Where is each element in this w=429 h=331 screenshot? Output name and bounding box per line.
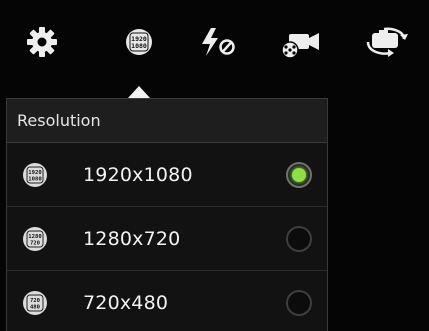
resolution-option-1920x1080[interactable]: 1920 1080 1920x1080 <box>7 143 327 207</box>
recording-mode-button[interactable] <box>278 20 322 64</box>
resolution-1920-1080-icon: 1920 1080 <box>126 29 152 55</box>
resolution-1280-720-icon: 1280 720 <box>23 226 47 251</box>
option-label: 1280x720 <box>83 227 181 250</box>
resolution-popup: Resolution 1920 1080 1920x1080 1280 720 … <box>6 98 328 331</box>
option-icon-top-text: 720 <box>30 298 41 304</box>
flash-button[interactable] <box>196 20 240 64</box>
resolution-button[interactable]: 1920 1080 <box>117 20 161 64</box>
camera-toolbar: 1920 1080 <box>0 0 429 82</box>
settings-gear-icon <box>27 27 57 57</box>
option-icon-top-text: 1920 <box>28 170 42 176</box>
switch-camera-button[interactable] <box>364 20 408 64</box>
radio-button-selected[interactable] <box>286 161 312 188</box>
video-camera-icon <box>281 33 319 59</box>
radio-selected-dot <box>292 167 306 182</box>
option-label: 720x480 <box>83 292 169 314</box>
resolution-popup-header: Resolution <box>7 99 327 143</box>
option-icon-bottom-text: 720 <box>30 240 41 246</box>
flash-off-icon <box>202 28 235 56</box>
resolution-title: Resolution <box>17 111 101 130</box>
radio-button[interactable] <box>286 225 312 252</box>
settings-button[interactable] <box>20 20 64 64</box>
option-icon-bottom-text: 1080 <box>28 176 42 182</box>
switch-camera-icon <box>366 27 408 57</box>
resolution-1920-1080-icon: 1920 1080 <box>23 162 47 187</box>
popup-pointer-arrow <box>128 86 150 98</box>
radio-button[interactable] <box>286 290 312 316</box>
resolution-option-720x480[interactable]: 720 480 720x480 <box>7 271 327 331</box>
toolbar-res-bottom-text: 1080 <box>131 42 147 50</box>
resolution-option-1280x720[interactable]: 1280 720 1280x720 <box>7 207 327 271</box>
option-label: 1920x1080 <box>83 163 193 186</box>
camera-screen: 1920 1080 Resolution 1920 1080 1920x1080… <box>0 0 429 331</box>
option-icon-bottom-text: 480 <box>30 305 41 311</box>
option-icon-top-text: 1280 <box>28 234 42 240</box>
resolution-720-480-icon: 720 480 <box>23 291 47 315</box>
